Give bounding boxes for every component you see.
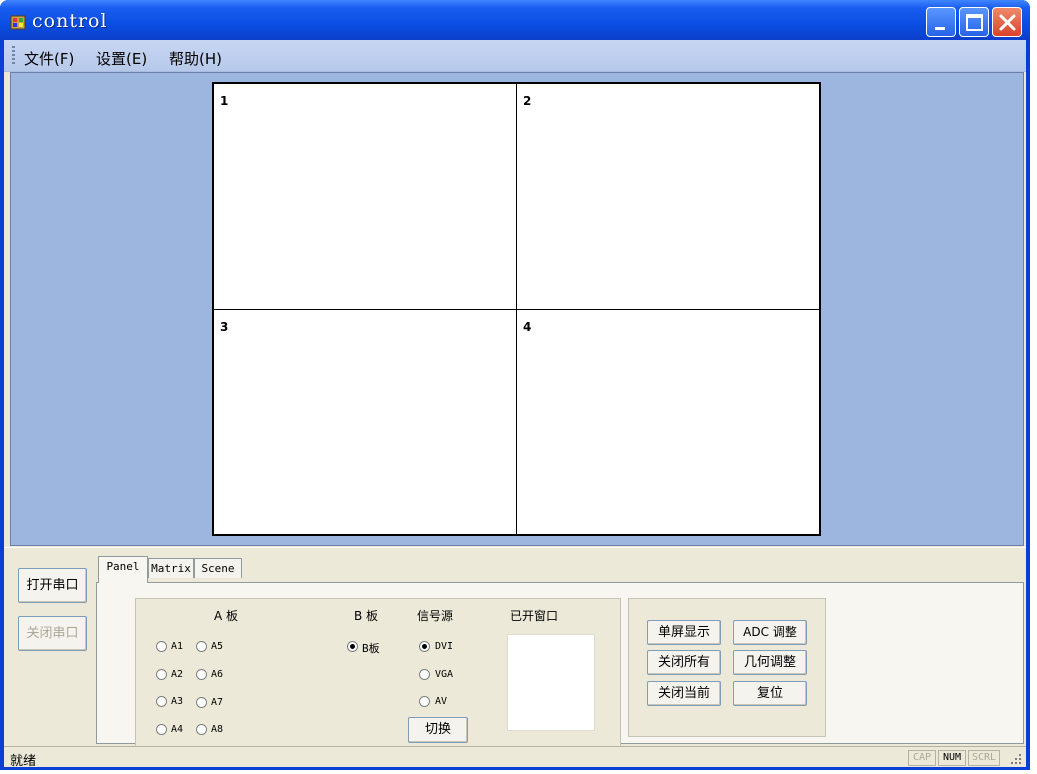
maximize-button[interactable] (959, 7, 989, 37)
menu-help[interactable]: 帮助(H) (169, 48, 222, 69)
opened-windows-label: 已开窗口 (510, 609, 559, 623)
screen-cell-2[interactable]: 2 (516, 83, 820, 310)
radio-b-board[interactable] (347, 641, 358, 652)
num-indicator: NUM (938, 750, 966, 766)
app-icon (10, 15, 26, 30)
radio-vga-label: VGA (435, 669, 454, 680)
screen-cell-number: 2 (523, 94, 532, 108)
radio-a8[interactable] (196, 724, 207, 735)
cap-indicator: CAP (908, 750, 936, 766)
close-serial-button[interactable]: 关闭串口 (18, 616, 87, 651)
control-area: 打开串口 关闭串口 Panel Matrix Scene A 板 B 板 信号源… (4, 547, 1026, 750)
screen-cell-number: 4 (523, 320, 532, 334)
open-serial-button[interactable]: 打开串口 (18, 568, 87, 603)
geometry-adjust-button[interactable]: 几何调整 (733, 650, 807, 675)
client-area: 文件(F) 设置(E) 帮助(H) 1 2 3 4 打开串口 关闭串口 Pane… (4, 40, 1026, 769)
app-window: control 文件(F) 设置(E) 帮助(H) 1 2 3 4 打开串口 关… (0, 0, 1030, 770)
radio-a2[interactable] (156, 669, 167, 680)
tab-matrix[interactable]: Matrix (148, 558, 194, 578)
radio-a3[interactable] (156, 696, 167, 707)
menu-grip[interactable] (12, 46, 15, 66)
status-bar: 就绪 CAP NUM SCRL (4, 746, 1026, 769)
close-button[interactable] (992, 7, 1022, 37)
tab-panel[interactable]: Panel (98, 556, 148, 583)
screen-cell-4[interactable]: 4 (516, 309, 820, 535)
radio-b-board-label: B板 (362, 642, 380, 655)
radio-av[interactable] (419, 696, 430, 707)
menu-settings[interactable]: 设置(E) (96, 48, 147, 69)
close-current-button[interactable]: 关闭当前 (647, 681, 721, 706)
radio-a6[interactable] (196, 669, 207, 680)
screen-cell-3[interactable]: 3 (213, 309, 517, 535)
radio-a5[interactable] (196, 641, 207, 652)
tab-scene[interactable]: Scene (194, 558, 242, 578)
screen-grid: 1 2 3 4 (212, 82, 821, 536)
radio-a7[interactable] (196, 697, 207, 708)
single-display-button[interactable]: 单屏显示 (647, 620, 721, 645)
radio-a5-label: A5 (211, 641, 224, 652)
radio-av-label: AV (435, 696, 448, 707)
close-all-button[interactable]: 关闭所有 (647, 650, 721, 675)
minimize-button[interactable] (926, 7, 956, 37)
adc-adjust-button[interactable]: ADC 调整 (733, 620, 807, 645)
maximize-icon (966, 14, 983, 31)
close-icon (999, 14, 1016, 31)
screen-cell-number: 1 (220, 94, 229, 108)
screen-cell-1[interactable]: 1 (213, 83, 517, 310)
radio-a7-label: A7 (211, 697, 224, 708)
scrl-indicator: SCRL (968, 750, 1000, 766)
resize-grip-icon[interactable] (1009, 752, 1023, 766)
tab-content-panel: A 板 B 板 信号源 已开窗口 A1 A5 A2 A6 A3 A7 A4 A8… (96, 582, 1024, 750)
status-text: 就绪 (10, 754, 37, 769)
actions-groupbox: 单屏显示 ADC 调整 关闭所有 几何调整 关闭当前 复位 (628, 598, 826, 737)
radio-a4-label: A4 (171, 724, 184, 735)
radio-a1-label: A1 (171, 641, 184, 652)
title-bar[interactable]: control (0, 0, 1030, 40)
radio-dvi[interactable] (419, 641, 430, 652)
radio-a2-label: A2 (171, 669, 184, 680)
switch-button[interactable]: 切换 (408, 717, 468, 743)
opened-windows-list[interactable] (507, 634, 595, 731)
display-area: 1 2 3 4 (10, 72, 1024, 546)
b-board-label: B 板 (354, 609, 379, 623)
window-title: control (32, 10, 108, 32)
screen-cell-number: 3 (220, 320, 229, 334)
menu-file[interactable]: 文件(F) (24, 48, 74, 69)
radio-a8-label: A8 (211, 724, 224, 735)
reset-button[interactable]: 复位 (733, 681, 807, 706)
radio-dvi-label: DVI (435, 641, 454, 652)
a-board-label: A 板 (214, 609, 239, 623)
radio-a1[interactable] (156, 641, 167, 652)
radio-a6-label: A6 (211, 669, 224, 680)
minimize-icon (935, 27, 945, 30)
menu-bar: 文件(F) 设置(E) 帮助(H) (4, 40, 1026, 72)
radio-a3-label: A3 (171, 696, 184, 707)
radio-vga[interactable] (419, 669, 430, 680)
source-groupbox: A 板 B 板 信号源 已开窗口 A1 A5 A2 A6 A3 A7 A4 A8… (135, 598, 621, 750)
radio-a4[interactable] (156, 724, 167, 735)
signal-source-label: 信号源 (417, 609, 454, 623)
